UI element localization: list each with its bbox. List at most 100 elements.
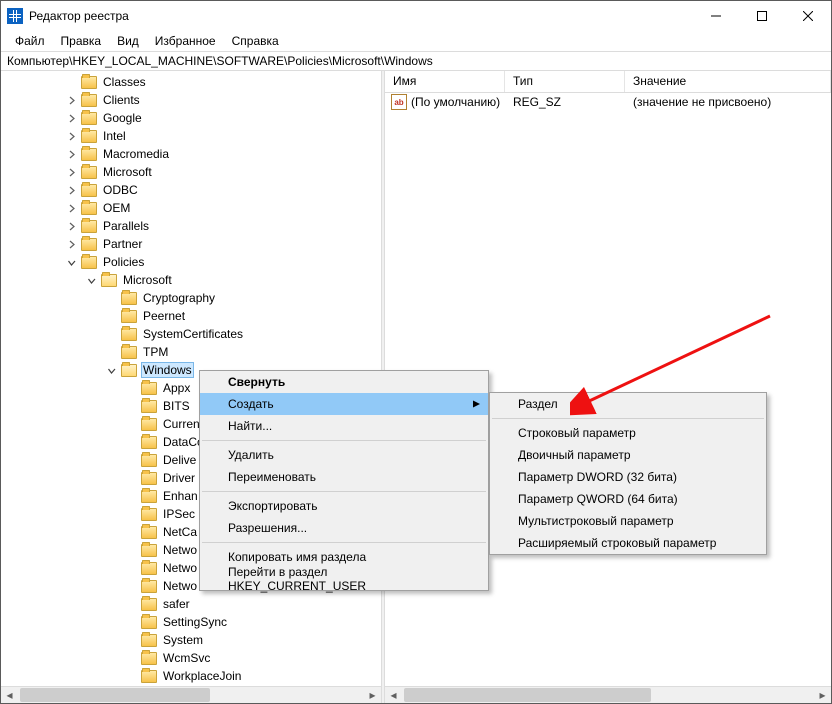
list-scrollbar-h[interactable]: ◂ ▸ xyxy=(385,686,831,703)
tree-item[interactable]: Clients xyxy=(1,91,381,109)
col-type[interactable]: Тип xyxy=(505,71,625,92)
tree-item[interactable]: System xyxy=(1,631,381,649)
folder-icon xyxy=(81,112,97,125)
menu-view[interactable]: Вид xyxy=(109,32,147,50)
cell-name: (По умолчанию) xyxy=(411,95,505,109)
tree-item-label: Cryptography xyxy=(141,291,217,305)
tree-item-label: Delive xyxy=(161,453,198,467)
tree-item[interactable]: Microsoft xyxy=(1,271,381,289)
col-value[interactable]: Значение xyxy=(625,71,831,92)
list-row[interactable]: (По умолчанию)REG_SZ(значение не присвое… xyxy=(385,93,831,111)
cell-type: REG_SZ xyxy=(505,95,625,109)
tree-item[interactable]: ODBC xyxy=(1,181,381,199)
ctx-collapse[interactable]: Свернуть xyxy=(200,371,488,393)
chevron-right-icon[interactable] xyxy=(61,222,81,231)
tree-item-label: OEM xyxy=(101,201,132,215)
scroll-left-icon[interactable]: ◂ xyxy=(1,687,18,703)
maximize-button[interactable] xyxy=(739,1,785,31)
folder-icon xyxy=(81,238,97,251)
tree-item-label: NetCa xyxy=(161,525,199,539)
string-value-icon xyxy=(391,94,407,110)
chevron-right-icon[interactable] xyxy=(61,114,81,123)
titlebar[interactable]: Редактор реестра xyxy=(1,1,831,31)
tree-item-label: WorkplaceJoin xyxy=(161,669,243,683)
tree-item-label: TPM xyxy=(141,345,170,359)
folder-icon xyxy=(81,94,97,107)
tree-item[interactable]: SettingSync xyxy=(1,613,381,631)
tree-item[interactable]: Cryptography xyxy=(1,289,381,307)
ctx-permissions[interactable]: Разрешения... xyxy=(200,517,488,539)
folder-icon xyxy=(141,454,157,467)
close-button[interactable] xyxy=(785,1,831,31)
chevron-right-icon[interactable] xyxy=(61,132,81,141)
chevron-down-icon[interactable] xyxy=(101,366,121,375)
tree-item[interactable]: Parallels xyxy=(1,217,381,235)
folder-icon xyxy=(141,652,157,665)
chevron-right-icon[interactable] xyxy=(61,204,81,213)
folder-icon xyxy=(141,526,157,539)
ctx-delete[interactable]: Удалить xyxy=(200,444,488,466)
folder-icon xyxy=(81,148,97,161)
folder-icon xyxy=(121,328,137,341)
ctx-export[interactable]: Экспортировать xyxy=(200,495,488,517)
tree-item[interactable]: TPM xyxy=(1,343,381,361)
chevron-down-icon[interactable] xyxy=(81,276,101,285)
chevron-right-icon[interactable] xyxy=(61,96,81,105)
folder-icon xyxy=(141,508,157,521)
folder-icon xyxy=(141,418,157,431)
tree-item[interactable]: WcmSvc xyxy=(1,649,381,667)
app-icon xyxy=(7,8,23,24)
folder-icon xyxy=(141,598,157,611)
chevron-right-icon[interactable] xyxy=(61,186,81,195)
chevron-right-icon[interactable] xyxy=(61,240,81,249)
ctx-new-string[interactable]: Строковый параметр xyxy=(490,422,766,444)
menu-favorites[interactable]: Избранное xyxy=(147,32,224,50)
tree-scrollbar-h[interactable]: ◂ ▸ xyxy=(1,686,381,703)
menu-help[interactable]: Справка xyxy=(224,32,287,50)
ctx-new-expandstring[interactable]: Расширяемый строковый параметр xyxy=(490,532,766,554)
folder-icon xyxy=(141,562,157,575)
tree-item[interactable]: Peernet xyxy=(1,307,381,325)
tree-item[interactable]: Microsoft xyxy=(1,163,381,181)
ctx-goto-hkcu[interactable]: Перейти в раздел HKEY_CURRENT_USER xyxy=(200,568,488,590)
tree-item[interactable]: Policies xyxy=(1,253,381,271)
cell-value: (значение не присвоено) xyxy=(625,95,831,109)
col-name[interactable]: Имя xyxy=(385,71,505,92)
tree-item[interactable]: safer xyxy=(1,595,381,613)
chevron-down-icon[interactable] xyxy=(61,258,81,267)
minimize-button[interactable] xyxy=(693,1,739,31)
address-bar[interactable]: Компьютер\HKEY_LOCAL_MACHINE\SOFTWARE\Po… xyxy=(1,51,831,71)
list-header[interactable]: Имя Тип Значение xyxy=(385,71,831,93)
folder-icon xyxy=(121,292,137,305)
ctx-create[interactable]: Создать xyxy=(200,393,488,415)
ctx-find[interactable]: Найти... xyxy=(200,415,488,437)
tree-item-label: Policies xyxy=(101,255,146,269)
tree-item[interactable]: Partner xyxy=(1,235,381,253)
tree-item-label: Windows xyxy=(141,362,194,378)
scroll-left-icon[interactable]: ◂ xyxy=(385,687,402,703)
tree-item-label: Clients xyxy=(101,93,142,107)
scroll-right-icon[interactable]: ▸ xyxy=(364,687,381,703)
folder-icon xyxy=(141,382,157,395)
tree-item-label: System xyxy=(161,633,205,647)
ctx-rename[interactable]: Переименовать xyxy=(200,466,488,488)
chevron-right-icon[interactable] xyxy=(61,168,81,177)
scroll-right-icon[interactable]: ▸ xyxy=(814,687,831,703)
ctx-new-qword[interactable]: Параметр QWORD (64 бита) xyxy=(490,488,766,510)
folder-icon xyxy=(81,76,97,89)
tree-item[interactable]: Google xyxy=(1,109,381,127)
tree-item[interactable]: Macromedia xyxy=(1,145,381,163)
tree-item[interactable]: WorkplaceJoin xyxy=(1,667,381,685)
tree-item[interactable]: OEM xyxy=(1,199,381,217)
tree-item[interactable]: SystemCertificates xyxy=(1,325,381,343)
menu-file[interactable]: Файл xyxy=(7,32,53,50)
tree-item[interactable]: Classes xyxy=(1,73,381,91)
tree-item-label: Parallels xyxy=(101,219,151,233)
chevron-right-icon[interactable] xyxy=(61,150,81,159)
menu-edit[interactable]: Правка xyxy=(53,32,110,50)
ctx-new-binary[interactable]: Двоичный параметр xyxy=(490,444,766,466)
tree-item[interactable]: Intel xyxy=(1,127,381,145)
ctx-new-multistring[interactable]: Мультистроковый параметр xyxy=(490,510,766,532)
tree-item-label: Microsoft xyxy=(121,273,174,287)
ctx-new-dword[interactable]: Параметр DWORD (32 бита) xyxy=(490,466,766,488)
